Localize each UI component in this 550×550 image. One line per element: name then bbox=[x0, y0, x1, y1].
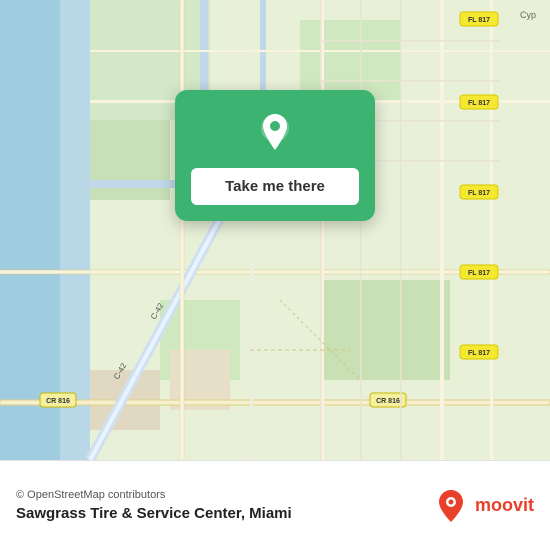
bottom-bar: © OpenStreetMap contributors Sawgrass Ti… bbox=[0, 460, 550, 550]
location-pin-icon bbox=[253, 110, 297, 154]
svg-text:Cyp: Cyp bbox=[520, 10, 536, 20]
svg-text:CR 816: CR 816 bbox=[376, 398, 400, 405]
svg-text:FL 817: FL 817 bbox=[468, 350, 490, 357]
svg-text:CR 816: CR 816 bbox=[46, 398, 70, 405]
svg-text:FL 817: FL 817 bbox=[468, 17, 490, 24]
place-name: Sawgrass Tire & Service Center, Miami bbox=[16, 505, 292, 522]
bottom-left-info: © OpenStreetMap contributors Sawgrass Ti… bbox=[16, 489, 292, 522]
svg-text:FL 817: FL 817 bbox=[468, 270, 490, 277]
svg-text:FL 817: FL 817 bbox=[468, 100, 490, 107]
moovit-logo: moovit bbox=[433, 488, 534, 524]
moovit-icon bbox=[433, 488, 469, 524]
moovit-label: moovit bbox=[475, 495, 534, 516]
svg-text:FL 817: FL 817 bbox=[468, 190, 490, 197]
take-me-there-button[interactable]: Take me there bbox=[191, 168, 359, 205]
osm-attribution: © OpenStreetMap contributors bbox=[16, 489, 292, 501]
map-container: CR 816 CR 816 C-42 C-42 FL 817 FL 817 FL… bbox=[0, 0, 550, 460]
location-card: Take me there bbox=[175, 90, 375, 221]
